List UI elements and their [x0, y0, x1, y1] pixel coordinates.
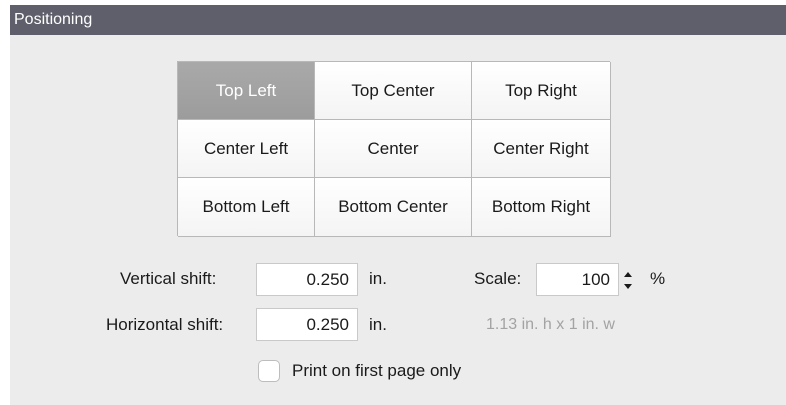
vertical-shift-unit: in.	[369, 269, 387, 288]
position-bottom-left-button[interactable]: Bottom Left	[178, 178, 315, 237]
image-size-hint: 1.13 in. h x 1 in. w	[486, 316, 615, 333]
vertical-shift-input[interactable]	[256, 263, 358, 296]
panel-title: Positioning	[10, 5, 786, 35]
horizontal-shift-input[interactable]	[256, 308, 358, 341]
horizontal-shift-label: Horizontal shift:	[106, 315, 224, 334]
positioning-panel: Positioning Top Left Top Center Top Righ…	[10, 5, 786, 405]
position-bottom-center-button[interactable]: Bottom Center	[315, 178, 472, 237]
scale-label: Scale:	[474, 269, 522, 288]
position-center-right-button[interactable]: Center Right	[472, 120, 611, 178]
horizontal-shift-unit: in.	[369, 315, 387, 334]
position-center-button[interactable]: Center	[315, 120, 472, 178]
first-page-only-checkbox[interactable]	[258, 360, 280, 382]
position-center-left-button[interactable]: Center Left	[178, 120, 315, 178]
scale-input[interactable]	[536, 263, 619, 296]
position-top-right-button[interactable]: Top Right	[472, 62, 611, 120]
vertical-shift-label: Vertical shift:	[120, 269, 217, 288]
chevron-up-icon[interactable]	[621, 267, 635, 280]
scale-stepper[interactable]	[621, 267, 635, 293]
position-bottom-right-button[interactable]: Bottom Right	[472, 178, 611, 237]
position-top-center-button[interactable]: Top Center	[315, 62, 472, 120]
position-top-left-button[interactable]: Top Left	[178, 62, 315, 120]
scale-unit: %	[650, 269, 666, 288]
position-grid: Top Left Top Center Top Right Center Lef…	[177, 61, 611, 237]
first-page-only-label[interactable]: Print on first page only	[292, 361, 461, 381]
chevron-down-icon[interactable]	[621, 280, 635, 293]
